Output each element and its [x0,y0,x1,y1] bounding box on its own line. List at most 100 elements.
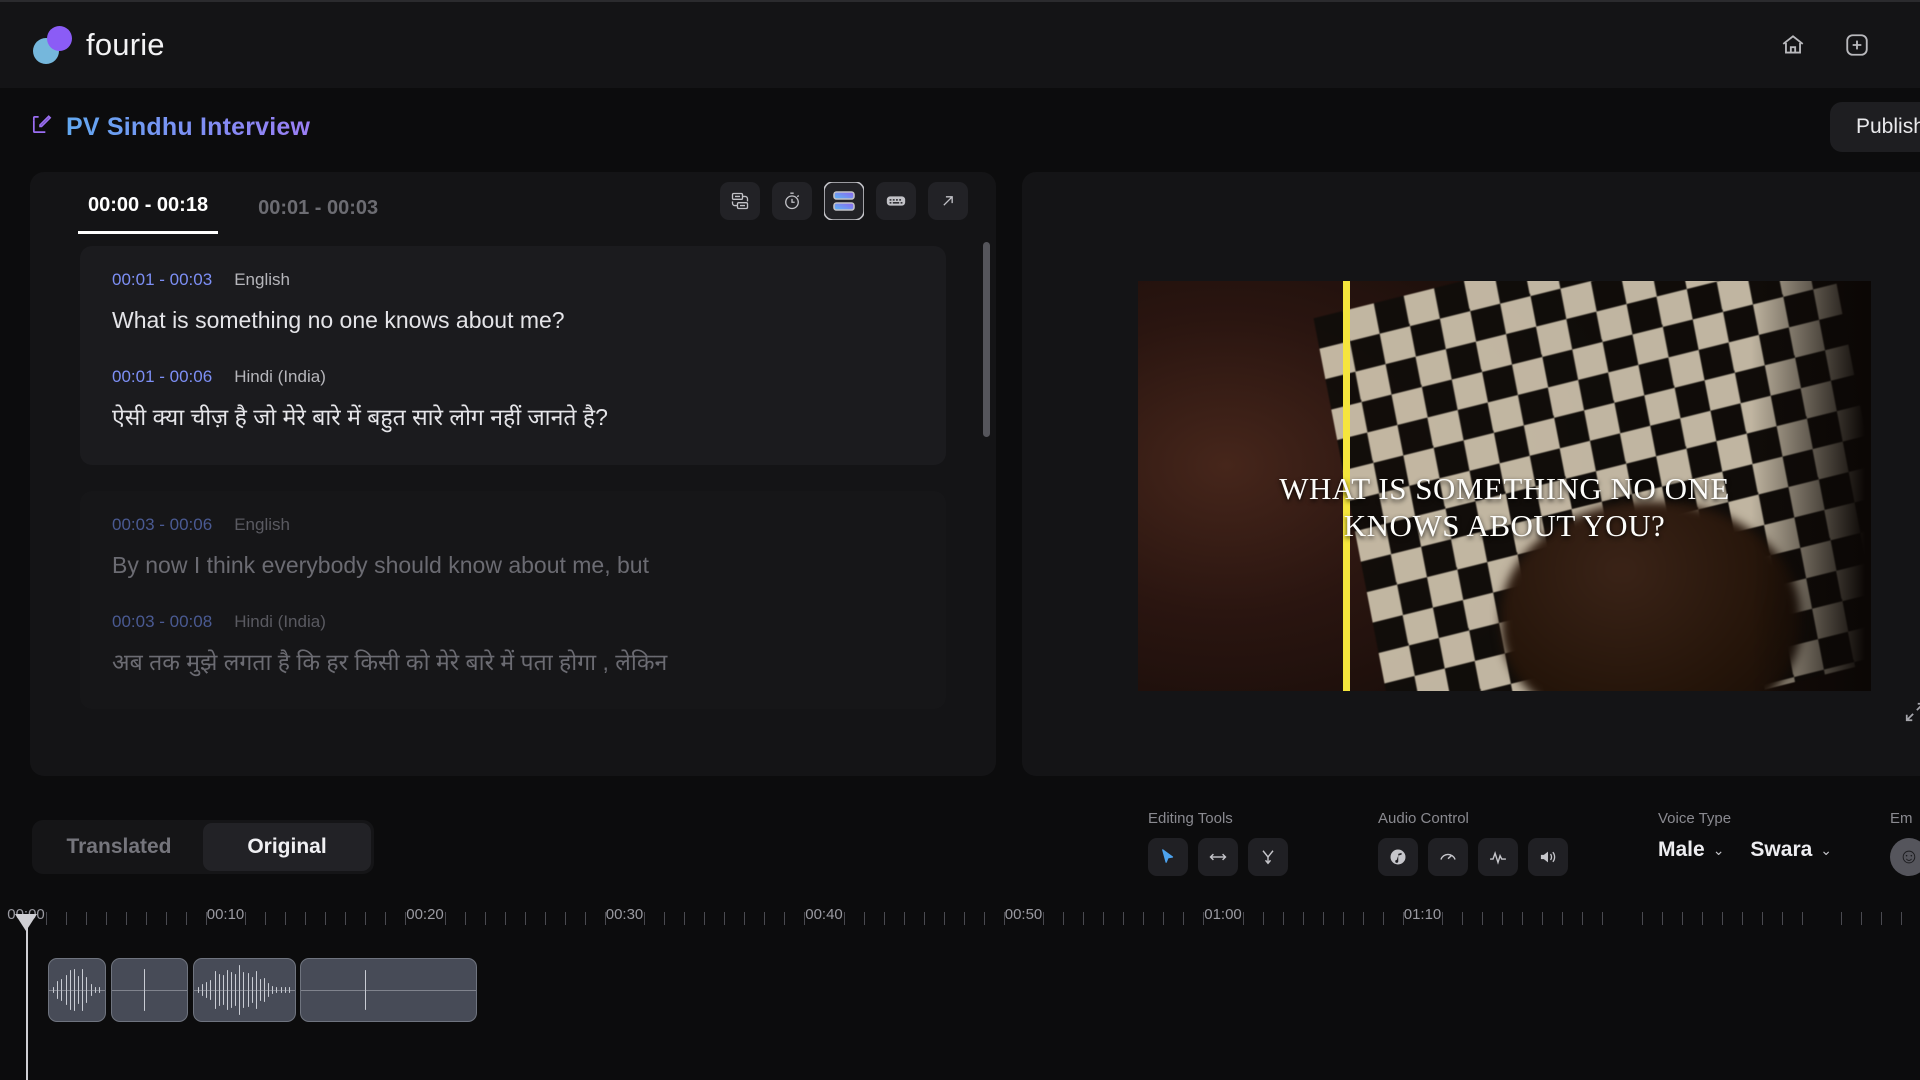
resize-horizontal-icon[interactable] [1198,838,1238,876]
timeline-tick [325,912,327,925]
smiley-face-icon[interactable]: ☺ [1890,838,1920,876]
timeline-tick [1043,912,1045,925]
speed-gauge-icon[interactable] [1428,838,1468,876]
timeline-tick [504,912,506,925]
subtitle-text[interactable]: By now I think everybody should know abo… [112,549,914,582]
timeline-clip[interactable] [300,958,477,1022]
timeline-tick [744,912,746,925]
scrollbar-thumb[interactable] [983,242,990,437]
home-icon[interactable] [1778,30,1808,60]
keyboard-icon[interactable] [876,182,916,220]
timeline-tick [704,912,706,925]
timeline-label: 00:40 [805,906,843,923]
timeline-tick [1721,912,1723,925]
timeline-tick [285,912,287,925]
timeline-tick [1242,912,1244,925]
subtitle-card[interactable]: 00:01 - 00:03 English What is something … [80,246,946,465]
timeline-tick [385,912,387,925]
split-clip-icon[interactable] [1248,838,1288,876]
brand-name: fourie [86,27,165,62]
publish-button[interactable]: Publish [1830,102,1920,152]
editing-tools-group: Editing Tools [1148,810,1288,876]
stopwatch-icon[interactable] [772,182,812,220]
split-view-icon[interactable] [824,182,864,220]
waveform-icon[interactable] [1478,838,1518,876]
timeline-tick [464,912,466,925]
video-preview[interactable]: WHAT IS SOMETHING NO ONE KNOWS ABOUT YOU… [1138,281,1871,691]
voice-gender-select[interactable]: Male ⌄ [1658,838,1724,862]
title-row: PV Sindhu Interview Publish [0,88,1920,166]
timeline-tick [1801,912,1803,925]
timeline-clip[interactable] [193,958,296,1022]
fourie-logo-icon [30,24,72,66]
timeline-tick [125,912,127,925]
subtitle-text[interactable]: What is something no one knows about me? [112,304,914,337]
timeline-tick [1302,912,1304,925]
subtitle-timecode: 00:01 - 00:03 [112,270,213,289]
timeline-clips[interactable] [0,958,1920,1028]
volume-icon[interactable] [1528,838,1568,876]
timeline-tick [1462,912,1464,925]
timeline-tick [903,912,905,925]
editing-tools-label: Editing Tools [1148,810,1233,827]
timeline-tick [145,912,147,925]
timeline-tick [963,912,965,925]
timeline-tick [1901,912,1903,925]
timeline-tick [1781,912,1783,925]
toggle-translated[interactable]: Translated [35,823,203,871]
subtitle-card[interactable]: 00:03 - 00:06 English By now I think eve… [80,490,946,710]
timeline-tick [1342,912,1344,925]
timeline-tick [983,912,985,925]
timeline-tick [1183,912,1185,925]
translate-icon[interactable] [720,182,760,220]
tab-segment-1[interactable]: 00:01 - 00:03 [248,197,388,234]
subtitle-text[interactable]: अब तक मुझे लगता है कि हर किसी को मेरे बा… [112,646,914,679]
timeline-label: 01:10 [1403,906,1442,923]
timeline-tick [524,912,526,925]
timeline-clip[interactable] [111,958,188,1022]
voice-name-select[interactable]: Swara ⌄ [1750,838,1832,862]
timeline-tick [1103,912,1105,925]
timeline-tick [684,912,686,925]
timeline-tick [1681,912,1683,925]
edit-pencil-icon[interactable] [30,113,53,141]
cursor-select-icon[interactable] [1148,838,1188,876]
panel-toolbar [720,182,968,220]
video-player-panel: WHAT IS SOMETHING NO ONE KNOWS ABOUT YOU… [1022,172,1920,776]
voice-type-group: Voice Type Male ⌄ Swara ⌄ [1658,810,1832,862]
subtitles-panel: 00:00 - 00:18 00:01 - 00:03 00:01 - 00:0… [30,172,996,776]
brand[interactable]: fourie [30,24,165,66]
timeline[interactable]: 00:0000:1000:2000:3000:4000:5001:0001:10 [0,896,1920,1080]
expand-arrow-icon[interactable] [928,182,968,220]
emotion-label: Em [1890,810,1913,827]
fullscreen-icon[interactable] [1904,701,1920,728]
music-note-icon[interactable] [1378,838,1418,876]
timeline-tick [85,912,87,925]
timeline-clip[interactable] [48,958,106,1022]
timeline-ruler[interactable]: 00:0000:1000:2000:3000:4000:5001:0001:10 [0,896,1920,940]
subtitle-text[interactable]: ऐसी क्या चीज़ है जो मेरे बारे में बहुत स… [112,401,914,434]
timeline-tick [1322,912,1324,925]
timeline-tick [883,912,885,925]
subtitle-language: Hindi (India) [234,367,326,387]
timeline-tick [544,912,546,925]
timeline-tick [724,912,726,925]
subtitle-list[interactable]: 00:01 - 00:03 English What is something … [30,234,996,754]
translation-toggle[interactable]: Translated Original [32,820,374,874]
timeline-tick [305,912,307,925]
player-controls: 00:00 / 00:18 [1022,686,1920,742]
tab-segment-0[interactable]: 00:00 - 00:18 [78,194,219,234]
page-title: PV Sindhu Interview [66,112,311,141]
chevron-down-icon: ⌄ [1820,841,1833,858]
timeline-tick [1442,912,1444,925]
timeline-label: 00:20 [406,906,444,923]
toggle-original[interactable]: Original [203,823,371,871]
timeline-tick [245,912,247,925]
emotion-group: Em ☺ [1890,810,1920,876]
subtitle-scrollbar[interactable] [983,234,990,734]
timeline-tick [444,912,446,925]
voice-type-label: Voice Type [1658,810,1732,827]
plus-square-icon[interactable] [1842,30,1872,60]
timeline-tick [1641,912,1643,925]
subtitle-timecode: 00:03 - 00:08 [112,612,213,632]
